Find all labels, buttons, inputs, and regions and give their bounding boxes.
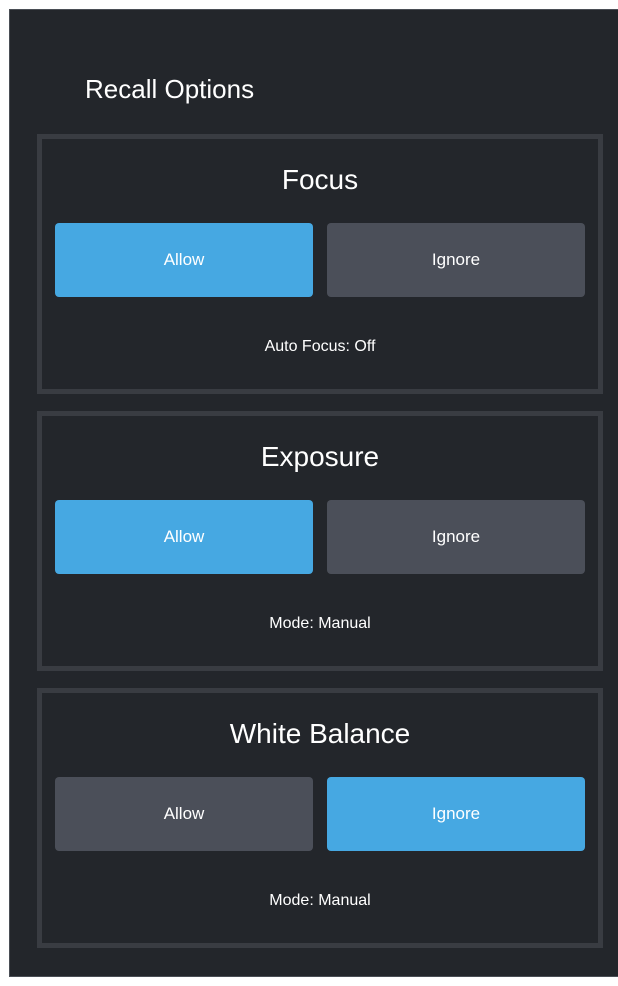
white-balance-section: White Balance Allow Ignore Mode: Manual [37,688,603,948]
focus-allow-button[interactable]: Allow [55,223,313,297]
white-balance-status-text: Mode: Manual [269,892,371,909]
section-title-white-balance: White Balance [229,718,411,749]
section-title-focus: Focus [281,164,359,195]
focus-status-text: Auto Focus: Off [264,338,376,355]
exposure-status-text: Mode: Manual [269,615,371,632]
panel-title: Recall Options [85,74,255,104]
recall-options-panel: Recall Options Focus Allow Ignore Auto F… [9,9,618,977]
white-balance-allow-button[interactable]: Allow [55,777,313,851]
focus-ignore-button[interactable]: Ignore [327,223,585,297]
focus-section: Focus Allow Ignore Auto Focus: Off [37,134,603,394]
exposure-ignore-button[interactable]: Ignore [327,500,585,574]
white-balance-ignore-button[interactable]: Ignore [327,777,585,851]
section-title-exposure: Exposure [260,441,380,472]
exposure-allow-button[interactable]: Allow [55,500,313,574]
exposure-section: Exposure Allow Ignore Mode: Manual [37,411,603,671]
